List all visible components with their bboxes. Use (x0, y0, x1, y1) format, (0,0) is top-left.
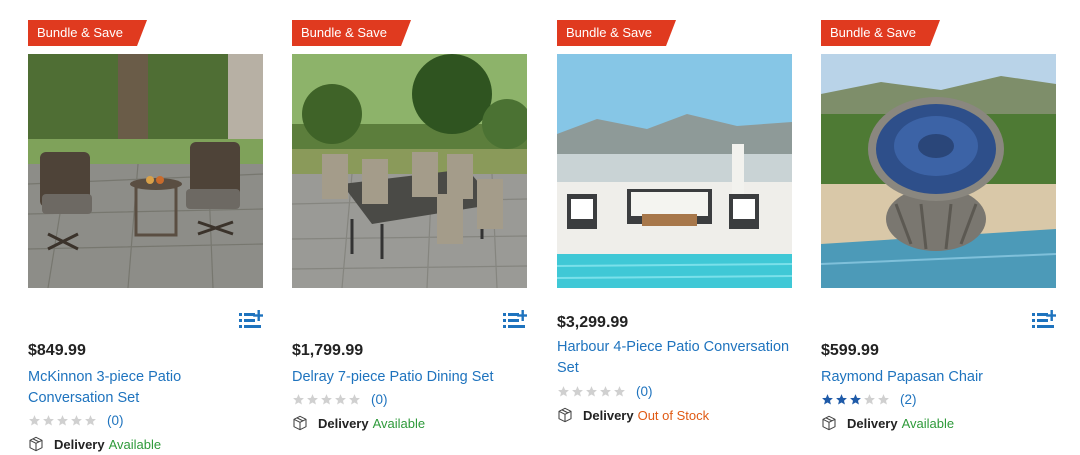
review-count-link[interactable]: (0) (371, 392, 388, 407)
delivery-label: Delivery (583, 407, 634, 423)
star-empty-icon (571, 385, 584, 398)
package-icon (821, 415, 837, 431)
delivery-info: Delivery Out of Stock (557, 407, 709, 423)
delivery-status: Available (901, 415, 955, 431)
add-to-list-icon[interactable] (239, 310, 263, 330)
delivery-info: Delivery Available (28, 436, 161, 452)
star-empty-icon (56, 414, 69, 427)
star-empty-icon (863, 393, 876, 406)
product-name-link[interactable]: Raymond Papasan Chair (821, 367, 1056, 388)
star-empty-icon (292, 393, 305, 406)
product-image[interactable] (821, 54, 1056, 288)
star-empty-icon (306, 393, 319, 406)
rating-stars (292, 393, 361, 406)
add-to-list-icon[interactable] (1032, 310, 1056, 330)
product-price: $599.99 (821, 342, 879, 359)
product-card[interactable]: Bundle & Save $599.99 Raymond Papasan Ch… (821, 0, 1056, 455)
rating-stars (821, 393, 890, 406)
delivery-info: Delivery Available (292, 415, 425, 431)
package-icon (292, 415, 308, 431)
star-empty-icon (557, 385, 570, 398)
add-to-list-icon[interactable] (503, 310, 527, 330)
product-price: $1,799.99 (292, 342, 364, 359)
product-card[interactable]: Bundle & Save $1,799.99 Delray 7-piece P… (292, 0, 527, 455)
star-empty-icon (84, 414, 97, 427)
product-rating: (0) (557, 383, 653, 399)
star-empty-icon (585, 385, 598, 398)
delivery-info: Delivery Available (821, 415, 954, 431)
star-empty-icon (70, 414, 83, 427)
product-image[interactable] (292, 54, 527, 288)
delivery-status: Available (108, 436, 162, 452)
star-filled-icon (849, 393, 862, 406)
review-count-link[interactable]: (0) (636, 384, 653, 399)
product-price: $3,299.99 (557, 314, 629, 331)
product-rating: (2) (821, 391, 917, 407)
bundle-save-badge: Bundle & Save (292, 20, 411, 46)
star-empty-icon (334, 393, 347, 406)
product-card[interactable]: Bundle & Save $3,299.99 Harbour 4-Piece … (557, 0, 792, 455)
star-empty-icon (599, 385, 612, 398)
delivery-label: Delivery (318, 415, 369, 431)
bundle-save-badge: Bundle & Save (821, 20, 940, 46)
rating-stars (28, 414, 97, 427)
star-empty-icon (348, 393, 361, 406)
star-empty-icon (42, 414, 55, 427)
rating-stars (557, 385, 626, 398)
bundle-save-badge: Bundle & Save (557, 20, 676, 46)
bundle-save-badge: Bundle & Save (28, 20, 147, 46)
product-name-link[interactable]: McKinnon 3-piece Patio Conversation Set (28, 367, 263, 409)
product-name-link[interactable]: Harbour 4-Piece Patio Conversation Set (557, 337, 792, 379)
star-empty-icon (877, 393, 890, 406)
product-card[interactable]: Bundle & Save $849.99 McKinnon 3-piece P… (28, 0, 263, 455)
product-name-link[interactable]: Delray 7-piece Patio Dining Set (292, 367, 527, 388)
review-count-link[interactable]: (2) (900, 392, 917, 407)
delivery-status: Out of Stock (637, 407, 710, 423)
star-empty-icon (28, 414, 41, 427)
star-filled-icon (835, 393, 848, 406)
product-image[interactable] (557, 54, 792, 288)
product-rating: (0) (292, 391, 388, 407)
package-icon (557, 407, 573, 423)
delivery-label: Delivery (54, 436, 105, 452)
star-empty-icon (613, 385, 626, 398)
star-empty-icon (320, 393, 333, 406)
product-rating: (0) (28, 412, 124, 428)
delivery-label: Delivery (847, 415, 898, 431)
review-count-link[interactable]: (0) (107, 413, 124, 428)
star-filled-icon (821, 393, 834, 406)
product-image[interactable] (28, 54, 263, 288)
delivery-status: Available (372, 415, 426, 431)
product-price: $849.99 (28, 342, 86, 359)
package-icon (28, 436, 44, 452)
